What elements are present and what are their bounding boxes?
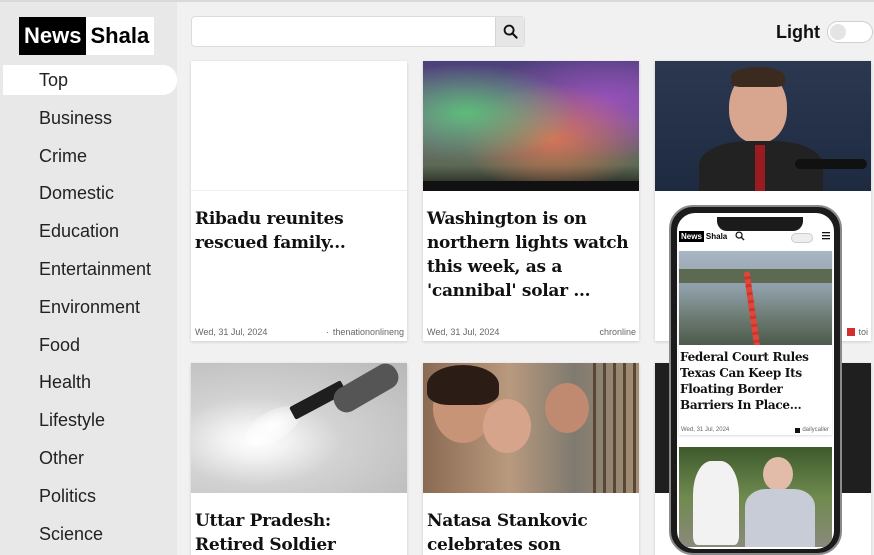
nav-item-health[interactable]: Health bbox=[0, 367, 177, 405]
speaker-hair bbox=[731, 67, 785, 87]
mobile-news-date: Wed, 31 Jul, 2024 bbox=[681, 427, 730, 433]
mobile-logo-shala: Shala bbox=[705, 232, 728, 241]
nav-item-environment[interactable]: Environment bbox=[0, 292, 177, 330]
source-dot: · bbox=[325, 327, 329, 337]
mobile-news-source-name: dailycaller bbox=[802, 427, 829, 433]
speaker-tie bbox=[755, 145, 765, 191]
nav-item-food[interactable]: Food bbox=[0, 330, 177, 368]
nav-item-business[interactable]: Business bbox=[0, 103, 177, 141]
mobile-header: News Shala bbox=[677, 229, 834, 247]
theme-toggle[interactable] bbox=[827, 21, 873, 43]
news-source-name: thenationonlineng bbox=[332, 327, 404, 337]
nav-item-education[interactable]: Education bbox=[0, 216, 177, 254]
mobile-preview: News Shala Federal Court Rules Texas Can… bbox=[669, 205, 842, 555]
news-source: toi bbox=[847, 327, 868, 337]
nav-item-politics[interactable]: Politics bbox=[0, 481, 177, 519]
mobile-logo-news: News bbox=[679, 231, 704, 242]
mobile-news-card[interactable]: Federal Court Rules Texas Can Keep Its F… bbox=[679, 251, 832, 435]
news-source-name: toi bbox=[858, 327, 868, 337]
man bbox=[763, 457, 793, 491]
news-image-gunshot bbox=[191, 363, 407, 493]
search-button[interactable] bbox=[495, 17, 524, 46]
news-source: chronline bbox=[599, 327, 636, 337]
person-3 bbox=[545, 383, 589, 433]
news-source: · thenationonlineng bbox=[326, 327, 404, 337]
mobile-news-card[interactable] bbox=[679, 447, 832, 547]
mobile-search-icon[interactable] bbox=[735, 231, 745, 244]
mobile-screen: News Shala Federal Court Rules Texas Can… bbox=[677, 213, 834, 549]
search-bar bbox=[191, 16, 525, 47]
mobile-news-title[interactable]: Federal Court Rules Texas Can Keep Its F… bbox=[679, 345, 832, 413]
news-title[interactable]: Natasa Stankovic celebrates son Agastya bbox=[423, 493, 639, 555]
news-card[interactable]: Ribadu reunites rescued family... Wed, 3… bbox=[191, 61, 407, 341]
nav-item-other[interactable]: Other bbox=[0, 443, 177, 481]
news-title[interactable]: Washington is on northern lights watch t… bbox=[423, 191, 639, 303]
news-date: Wed, 31 Jul, 2024 bbox=[427, 327, 500, 337]
nav-item-entertainment[interactable]: Entertainment bbox=[0, 254, 177, 292]
logo[interactable]: News Shala bbox=[19, 17, 155, 55]
search-input[interactable] bbox=[192, 17, 495, 46]
news-image-aurora bbox=[423, 61, 639, 191]
logo-news: News bbox=[19, 17, 87, 55]
tree-line bbox=[423, 181, 639, 191]
source-logo-icon bbox=[847, 328, 856, 336]
news-title[interactable]: Ribadu reunites rescued family... bbox=[191, 191, 407, 255]
source-logo-icon bbox=[795, 427, 801, 433]
toggle-knob bbox=[830, 24, 846, 40]
news-card[interactable]: Uttar Pradesh: Retired Soldier Awarded 1… bbox=[191, 363, 407, 555]
mobile-theme-toggle[interactable] bbox=[791, 233, 813, 243]
mobile-news-source: dailycaller bbox=[795, 427, 829, 433]
logo-shala: Shala bbox=[90, 23, 150, 48]
theme-label: Light bbox=[776, 22, 820, 42]
person-2 bbox=[483, 399, 531, 453]
news-image-speaker bbox=[655, 61, 871, 191]
news-image-family bbox=[423, 363, 639, 493]
news-card[interactable]: Washington is on northern lights watch t… bbox=[423, 61, 639, 341]
railing bbox=[593, 363, 639, 493]
mobile-news-image-horse bbox=[679, 447, 832, 547]
menu-icon[interactable] bbox=[822, 231, 830, 243]
nav-item-science[interactable]: Science bbox=[0, 519, 177, 555]
nav-item-domestic[interactable]: Domestic bbox=[0, 178, 177, 216]
news-card[interactable]: Natasa Stankovic celebrates son Agastya bbox=[423, 363, 639, 555]
news-title[interactable]: Uttar Pradesh: Retired Soldier Awarded 1… bbox=[191, 493, 407, 555]
man-body bbox=[745, 489, 815, 547]
category-nav: Top Business Crime Domestic Education En… bbox=[0, 65, 177, 555]
hand bbox=[329, 363, 403, 417]
sidebar: News Shala Top Business Crime Domestic E… bbox=[0, 2, 177, 555]
person-1-hair bbox=[427, 365, 499, 405]
horse bbox=[693, 461, 739, 545]
nav-item-crime[interactable]: Crime bbox=[0, 141, 177, 179]
nav-item-lifestyle[interactable]: Lifestyle bbox=[0, 405, 177, 443]
microphone bbox=[795, 159, 867, 169]
mobile-news-image-river bbox=[679, 251, 832, 345]
news-image-placeholder bbox=[191, 61, 407, 191]
mobile-logo[interactable]: News Shala bbox=[679, 231, 729, 242]
phone-notch bbox=[717, 217, 803, 231]
river-bank bbox=[679, 269, 832, 283]
nav-item-top[interactable]: Top bbox=[3, 65, 177, 95]
news-date: Wed, 31 Jul, 2024 bbox=[195, 327, 268, 337]
search-icon bbox=[503, 24, 518, 39]
